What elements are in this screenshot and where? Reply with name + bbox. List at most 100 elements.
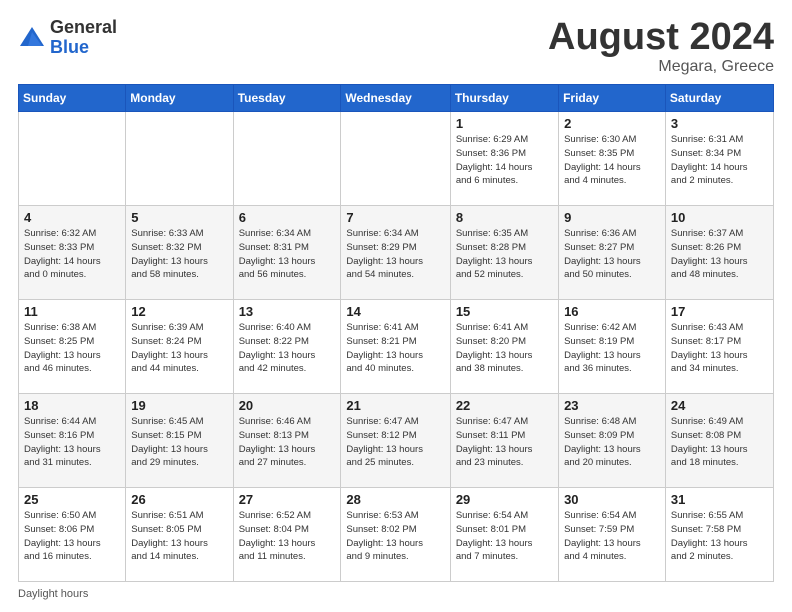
calendar-cell-4-4: 21 Sunrise: 6:47 AM Sunset: 8:12 PM Dayli…: [341, 394, 450, 488]
day-info: Sunrise: 6:33 AM Sunset: 8:32 PM Dayligh…: [131, 227, 227, 282]
logo-general-text: General: [50, 18, 117, 38]
calendar-cell-5-2: 26 Sunrise: 6:51 AM Sunset: 8:05 PM Dayli…: [126, 488, 233, 582]
day-info: Sunrise: 6:44 AM Sunset: 8:16 PM Dayligh…: [24, 415, 120, 470]
day-info: Sunrise: 6:55 AM Sunset: 7:58 PM Dayligh…: [671, 509, 768, 564]
day-info: Sunrise: 6:37 AM Sunset: 8:26 PM Dayligh…: [671, 227, 768, 282]
day-number: 18: [24, 398, 120, 413]
location-label: Megara, Greece: [548, 58, 774, 76]
day-number: 16: [564, 304, 660, 319]
calendar-header: SundayMondayTuesdayWednesdayThursdayFrid…: [19, 85, 774, 112]
day-info: Sunrise: 6:38 AM Sunset: 8:25 PM Dayligh…: [24, 321, 120, 376]
day-number: 6: [239, 210, 336, 225]
calendar-cell-4-1: 18 Sunrise: 6:44 AM Sunset: 8:16 PM Dayli…: [19, 394, 126, 488]
calendar-cell-3-7: 17Sunrise: 6:43 AM Sunset: 8:17 PM Dayli…: [665, 300, 773, 394]
logo-blue-text: Blue: [50, 38, 117, 58]
day-number: 23: [564, 398, 660, 413]
calendar-cell-3-5: 15 Sunrise: 6:41 AM Sunset: 8:20 PM Dayli…: [450, 300, 558, 394]
calendar-cell-1-5: 1 Sunrise: 6:29 AM Sunset: 8:36 PM Daylig…: [450, 112, 558, 206]
day-info: Sunrise: 6:51 AM Sunset: 8:05 PM Dayligh…: [131, 509, 227, 564]
day-number: 14: [346, 304, 444, 319]
calendar-cell-1-7: 3Sunrise: 6:31 AM Sunset: 8:34 PM Daylig…: [665, 112, 773, 206]
logo: General Blue: [18, 18, 117, 58]
day-number: 7: [346, 210, 444, 225]
calendar-cell-2-1: 4Sunrise: 6:32 AM Sunset: 8:33 PM Daylig…: [19, 206, 126, 300]
calendar-cell-5-5: 29 Sunrise: 6:54 AM Sunset: 8:01 PM Dayli…: [450, 488, 558, 582]
day-number: 13: [239, 304, 336, 319]
calendar-cell-2-4: 7 Sunrise: 6:34 AM Sunset: 8:29 PM Daylig…: [341, 206, 450, 300]
calendar-cell-1-4: [341, 112, 450, 206]
calendar-cell-4-7: 24Sunrise: 6:49 AM Sunset: 8:08 PM Dayli…: [665, 394, 773, 488]
calendar-cell-5-6: 30Sunrise: 6:54 AM Sunset: 7:59 PM Dayli…: [559, 488, 666, 582]
day-info: Sunrise: 6:35 AM Sunset: 8:28 PM Dayligh…: [456, 227, 553, 282]
calendar-week-1: 1 Sunrise: 6:29 AM Sunset: 8:36 PM Daylig…: [19, 112, 774, 206]
day-number: 21: [346, 398, 444, 413]
day-number: 22: [456, 398, 553, 413]
calendar-cell-1-3: [233, 112, 341, 206]
day-number: 3: [671, 116, 768, 131]
calendar-body: 1 Sunrise: 6:29 AM Sunset: 8:36 PM Daylig…: [19, 112, 774, 582]
calendar-cell-3-1: 11 Sunrise: 6:38 AM Sunset: 8:25 PM Dayli…: [19, 300, 126, 394]
day-number: 10: [671, 210, 768, 225]
day-info: Sunrise: 6:48 AM Sunset: 8:09 PM Dayligh…: [564, 415, 660, 470]
calendar-week-3: 11 Sunrise: 6:38 AM Sunset: 8:25 PM Dayli…: [19, 300, 774, 394]
day-header-tuesday: Tuesday: [233, 85, 341, 112]
day-info: Sunrise: 6:46 AM Sunset: 8:13 PM Dayligh…: [239, 415, 336, 470]
calendar-cell-2-7: 10 Sunrise: 6:37 AM Sunset: 8:26 PM Dayli…: [665, 206, 773, 300]
day-number: 27: [239, 492, 336, 507]
day-number: 1: [456, 116, 553, 131]
day-number: 25: [24, 492, 120, 507]
day-info: Sunrise: 6:42 AM Sunset: 8:19 PM Dayligh…: [564, 321, 660, 376]
day-number: 20: [239, 398, 336, 413]
day-info: Sunrise: 6:40 AM Sunset: 8:22 PM Dayligh…: [239, 321, 336, 376]
day-info: Sunrise: 6:53 AM Sunset: 8:02 PM Dayligh…: [346, 509, 444, 564]
day-number: 19: [131, 398, 227, 413]
logo-text: General Blue: [50, 18, 117, 58]
calendar-table: SundayMondayTuesdayWednesdayThursdayFrid…: [18, 84, 774, 582]
day-info: Sunrise: 6:41 AM Sunset: 8:20 PM Dayligh…: [456, 321, 553, 376]
calendar-cell-5-7: 31 Sunrise: 6:55 AM Sunset: 7:58 PM Dayli…: [665, 488, 773, 582]
day-number: 8: [456, 210, 553, 225]
footer: Daylight hours: [18, 588, 774, 600]
calendar-cell-4-3: 20 Sunrise: 6:46 AM Sunset: 8:13 PM Dayli…: [233, 394, 341, 488]
day-info: Sunrise: 6:52 AM Sunset: 8:04 PM Dayligh…: [239, 509, 336, 564]
day-header-sunday: Sunday: [19, 85, 126, 112]
day-number: 11: [24, 304, 120, 319]
calendar-cell-4-5: 22 Sunrise: 6:47 AM Sunset: 8:11 PM Dayli…: [450, 394, 558, 488]
day-header-saturday: Saturday: [665, 85, 773, 112]
day-info: Sunrise: 6:54 AM Sunset: 7:59 PM Dayligh…: [564, 509, 660, 564]
day-info: Sunrise: 6:29 AM Sunset: 8:36 PM Dayligh…: [456, 133, 553, 188]
day-info: Sunrise: 6:45 AM Sunset: 8:15 PM Dayligh…: [131, 415, 227, 470]
day-number: 4: [24, 210, 120, 225]
calendar-cell-3-3: 13 Sunrise: 6:40 AM Sunset: 8:22 PM Dayli…: [233, 300, 341, 394]
title-block: August 2024 Megara, Greece: [548, 18, 774, 76]
calendar-week-2: 4Sunrise: 6:32 AM Sunset: 8:33 PM Daylig…: [19, 206, 774, 300]
day-number: 24: [671, 398, 768, 413]
calendar-week-5: 25 Sunrise: 6:50 AM Sunset: 8:06 PM Dayli…: [19, 488, 774, 582]
day-number: 26: [131, 492, 227, 507]
day-number: 15: [456, 304, 553, 319]
header-row: SundayMondayTuesdayWednesdayThursdayFrid…: [19, 85, 774, 112]
header: General Blue August 2024 Megara, Greece: [18, 18, 774, 76]
calendar-week-4: 18 Sunrise: 6:44 AM Sunset: 8:16 PM Dayli…: [19, 394, 774, 488]
day-info: Sunrise: 6:41 AM Sunset: 8:21 PM Dayligh…: [346, 321, 444, 376]
daylight-label: Daylight hours: [18, 588, 88, 600]
day-header-friday: Friday: [559, 85, 666, 112]
day-number: 28: [346, 492, 444, 507]
calendar-cell-1-6: 2Sunrise: 6:30 AM Sunset: 8:35 PM Daylig…: [559, 112, 666, 206]
day-number: 12: [131, 304, 227, 319]
day-info: Sunrise: 6:34 AM Sunset: 8:29 PM Dayligh…: [346, 227, 444, 282]
day-info: Sunrise: 6:39 AM Sunset: 8:24 PM Dayligh…: [131, 321, 227, 376]
calendar-cell-2-6: 9Sunrise: 6:36 AM Sunset: 8:27 PM Daylig…: [559, 206, 666, 300]
calendar-cell-5-4: 28 Sunrise: 6:53 AM Sunset: 8:02 PM Dayli…: [341, 488, 450, 582]
day-info: Sunrise: 6:30 AM Sunset: 8:35 PM Dayligh…: [564, 133, 660, 188]
calendar-cell-5-3: 27 Sunrise: 6:52 AM Sunset: 8:04 PM Dayli…: [233, 488, 341, 582]
calendar-cell-1-2: [126, 112, 233, 206]
day-info: Sunrise: 6:43 AM Sunset: 8:17 PM Dayligh…: [671, 321, 768, 376]
day-number: 31: [671, 492, 768, 507]
day-info: Sunrise: 6:47 AM Sunset: 8:12 PM Dayligh…: [346, 415, 444, 470]
day-number: 29: [456, 492, 553, 507]
day-info: Sunrise: 6:54 AM Sunset: 8:01 PM Dayligh…: [456, 509, 553, 564]
page: General Blue August 2024 Megara, Greece …: [0, 0, 792, 612]
day-info: Sunrise: 6:47 AM Sunset: 8:11 PM Dayligh…: [456, 415, 553, 470]
day-info: Sunrise: 6:50 AM Sunset: 8:06 PM Dayligh…: [24, 509, 120, 564]
